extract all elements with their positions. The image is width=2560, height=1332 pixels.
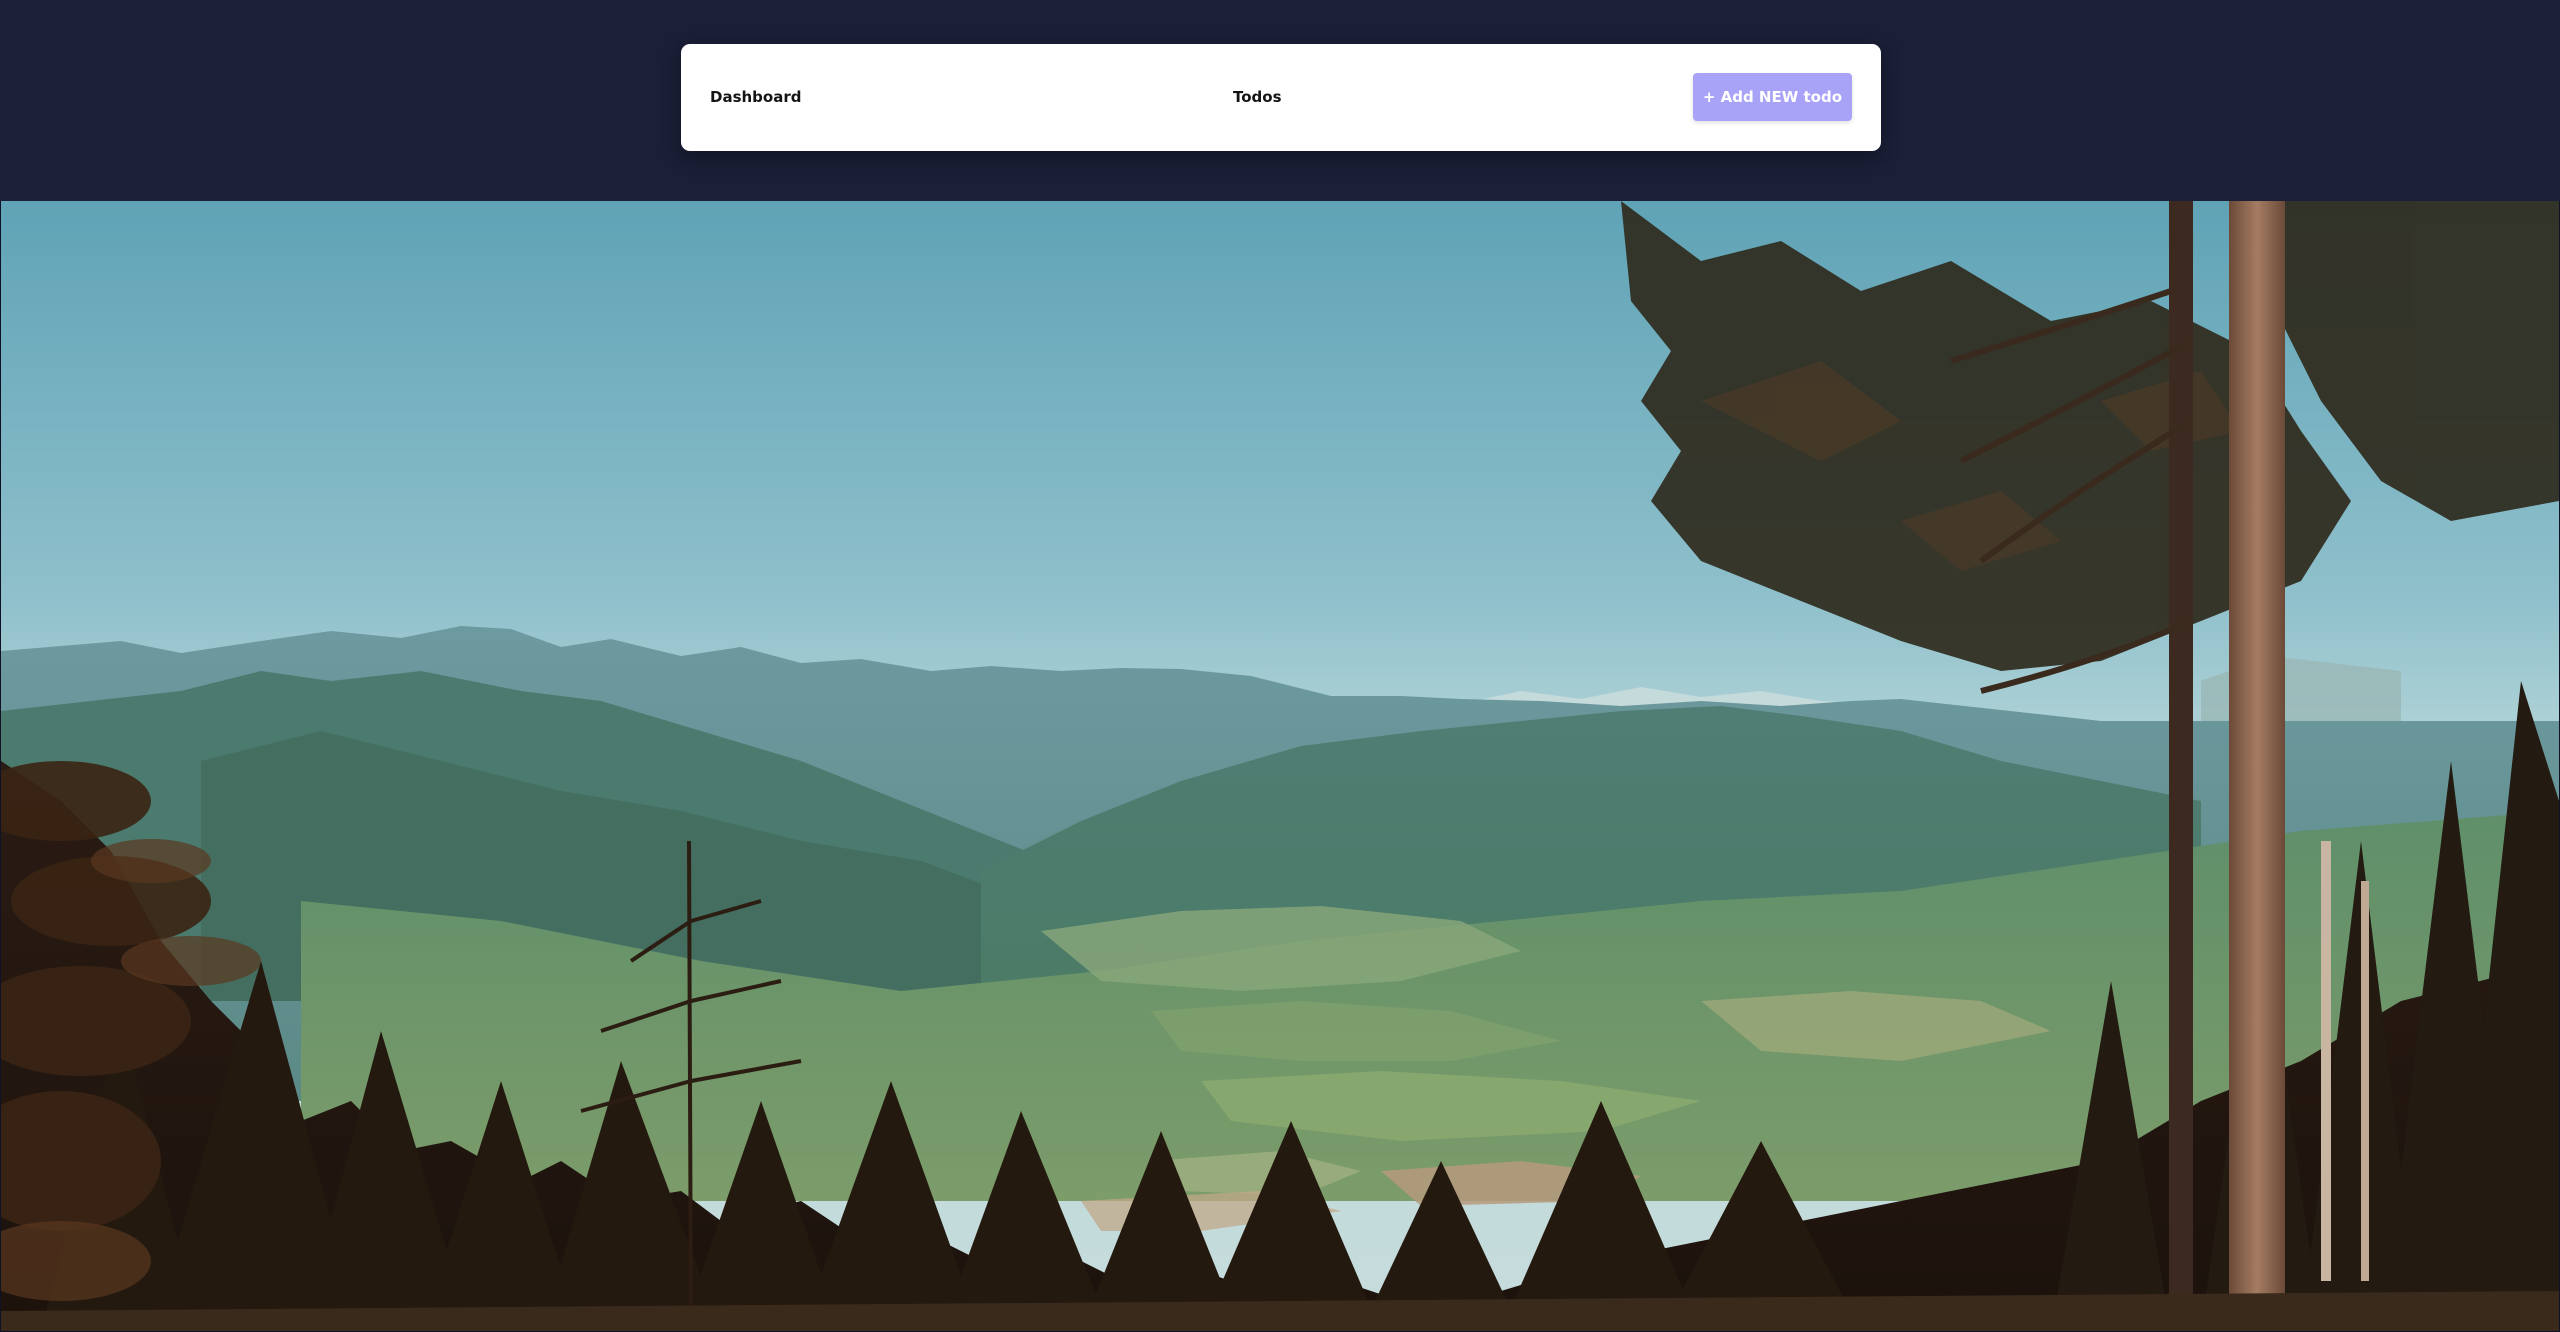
add-new-todo-button[interactable]: + Add NEW todo (1692, 73, 1852, 121)
nav-link-todos[interactable]: Todos (1233, 88, 1282, 106)
navbar: Dashboard Todos + Add NEW todo (681, 44, 1881, 151)
nav-link-dashboard[interactable]: Dashboard (710, 88, 801, 106)
hero-landscape-image (1, 201, 2559, 1331)
header-band: Dashboard Todos + Add NEW todo (0, 0, 2560, 201)
landscape-illustration (1, 201, 2559, 1331)
